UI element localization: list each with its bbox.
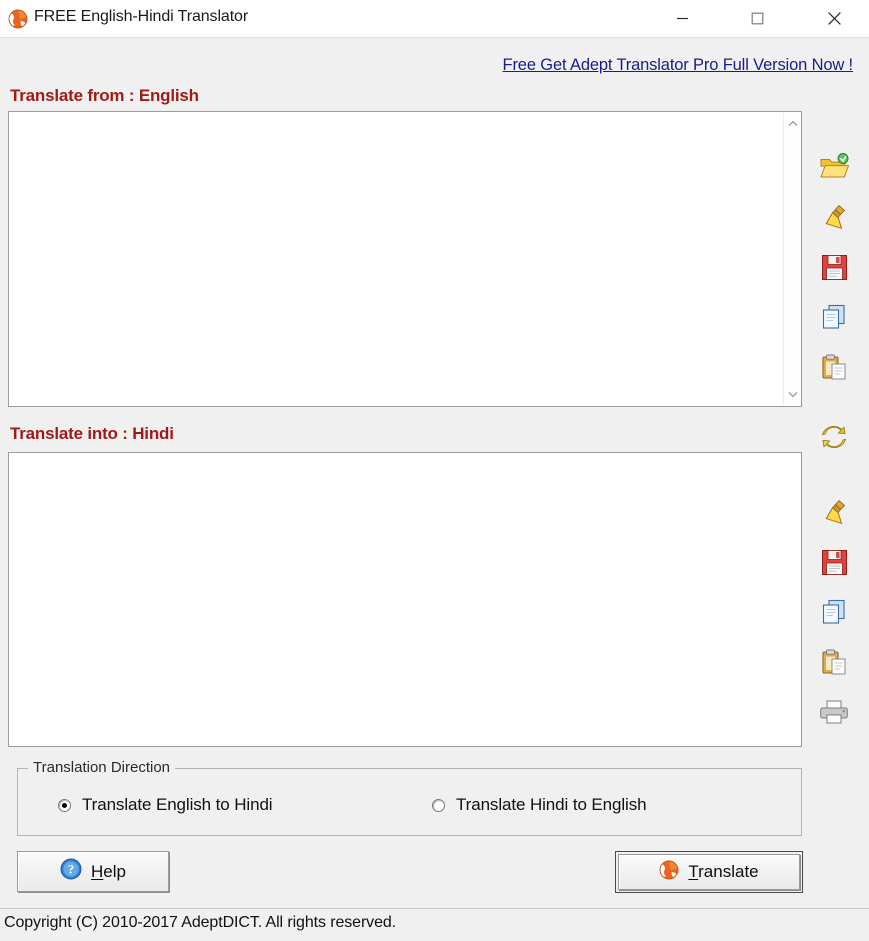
- source-scrollbar[interactable]: [783, 113, 800, 405]
- radio-label: Translate Hindi to English: [456, 795, 647, 814]
- radio-translate-hindi-to-english[interactable]: Translate Hindi to English: [432, 795, 647, 815]
- target-text-content[interactable]: [9, 453, 801, 746]
- print-icon[interactable]: [812, 690, 856, 734]
- globe-icon: [659, 860, 679, 885]
- translate-button-label: Translate: [688, 862, 759, 881]
- status-bar: Copyright (C) 2010-2017 AdeptDICT. All r…: [0, 908, 869, 941]
- minimize-button[interactable]: [659, 0, 706, 36]
- scroll-down-icon[interactable]: [784, 386, 801, 403]
- window-title: FREE English-Hindi Translator: [34, 8, 249, 25]
- save-icon[interactable]: [812, 245, 856, 289]
- help-button-label: Help: [91, 861, 126, 881]
- source-textarea[interactable]: [8, 111, 802, 407]
- translate-button-default-frame: Translate: [615, 851, 803, 893]
- target-language-label: Translate into : Hindi: [10, 424, 174, 443]
- source-language-label: Translate from : English: [10, 86, 199, 105]
- copy-icon[interactable]: [812, 295, 856, 339]
- translation-direction-legend: Translation Direction: [28, 759, 175, 776]
- clear-icon[interactable]: [812, 490, 856, 534]
- radio-indicator[interactable]: [58, 798, 71, 812]
- radio-indicator[interactable]: [432, 798, 445, 812]
- scroll-up-icon[interactable]: [784, 115, 801, 132]
- swap-refresh-icon[interactable]: [812, 415, 856, 459]
- close-button[interactable]: [811, 0, 858, 36]
- globe-icon: [8, 9, 28, 29]
- paste-icon[interactable]: [812, 640, 856, 684]
- target-textarea[interactable]: [8, 452, 802, 747]
- translate-button[interactable]: Translate: [618, 854, 800, 890]
- open-file-icon[interactable]: [812, 145, 856, 189]
- paste-icon[interactable]: [812, 345, 856, 389]
- help-button[interactable]: ? Help: [17, 851, 169, 892]
- copy-icon[interactable]: [812, 590, 856, 634]
- svg-text:?: ?: [68, 863, 74, 877]
- clear-icon[interactable]: [812, 195, 856, 239]
- save-icon[interactable]: [812, 540, 856, 584]
- promo-upgrade-link[interactable]: Free Get Adept Translator Pro Full Versi…: [503, 56, 854, 75]
- radio-translate-english-to-hindi[interactable]: Translate English to Hindi: [58, 795, 273, 815]
- copyright-text: Copyright (C) 2010-2017 AdeptDICT. All r…: [4, 914, 397, 931]
- maximize-button[interactable]: [734, 0, 781, 36]
- title-bar: FREE English-Hindi Translator: [0, 0, 869, 38]
- radio-label: Translate English to Hindi: [82, 795, 273, 814]
- source-text-content[interactable]: [9, 112, 782, 406]
- help-question-icon: ?: [60, 858, 82, 885]
